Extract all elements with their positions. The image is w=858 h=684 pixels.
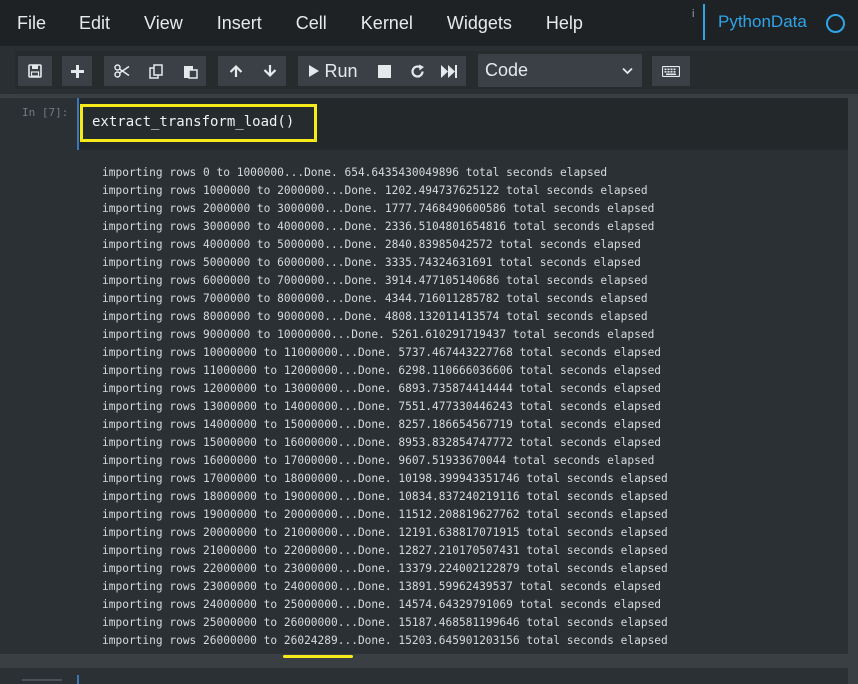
kernel-info-indicator: i [692,8,695,20]
next-cell-prompt [22,679,62,681]
run-button[interactable]: Run [302,56,364,86]
cell-code[interactable]: extract_transform_load() [92,114,294,130]
kernel-idle-icon [826,14,845,33]
menu-cell[interactable]: Cell [279,1,344,45]
insert-cell-button[interactable] [62,56,92,86]
cut-icon [114,64,130,78]
menu-view[interactable]: View [127,1,200,45]
paste-button[interactable] [174,56,206,86]
plus-icon [70,64,84,78]
menu-widgets[interactable]: Widgets [430,1,529,45]
copy-icon [148,63,163,79]
kernel-name-box[interactable]: PythonData [703,4,858,40]
copy-button[interactable] [140,56,172,86]
output-line: importing rows 5000000 to 6000000...Done… [102,256,641,269]
output-line: importing rows 12000000 to 13000000...Do… [102,382,662,395]
output-line: importing rows 6000000 to 7000000...Done… [102,274,648,287]
output-line: importing rows 20000000 to 21000000...Do… [102,526,668,539]
output-line: importing rows 15000000 to 16000000...Do… [102,436,662,449]
output-line: importing rows 0 to 1000000...Done. 654.… [102,166,608,179]
output-line: importing rows 24000000 to 25000000...Do… [102,598,662,611]
output-line: importing rows 8000000 to 9000000...Done… [102,310,648,323]
output-line: importing rows 7000000 to 8000000...Done… [102,292,648,305]
output-text: importing rows 0 to 1000000...Done. 654.… [102,164,668,650]
output-line: importing rows 23000000 to 24000000...Do… [102,580,662,593]
output-line: importing rows 10000000 to 11000000...Do… [102,346,662,359]
output-line: importing rows 17000000 to 18000000...Do… [102,472,668,485]
cell-selection-bar [77,98,79,150]
output-line: importing rows 4000000 to 5000000...Done… [102,238,641,251]
restart-run-all-button[interactable] [434,56,464,86]
stop-icon [377,64,391,78]
output-line: importing rows 13000000 to 14000000...Do… [102,400,662,413]
highlight-underline [283,655,353,658]
cell-type-value: Code [485,60,529,80]
move-up-button[interactable] [220,56,252,86]
output-line: importing rows 16000000 to 17000000...Do… [102,454,655,467]
move-down-button[interactable] [254,56,286,86]
save-icon [28,64,42,78]
output-line: importing rows 21000000 to 22000000...Do… [102,544,668,557]
chevron-down-icon [622,67,633,75]
keyboard-icon [662,65,680,77]
next-code-cell[interactable] [0,668,848,684]
restart-icon [410,64,424,78]
fast-forward-icon [441,64,457,78]
output-line: importing rows 11000000 to 12000000...Do… [102,364,662,377]
interrupt-button[interactable] [370,56,398,86]
paste-icon [183,65,198,79]
output-line: importing rows 1000000 to 2000000...Done… [102,184,648,197]
arrow-up-icon [229,64,243,77]
arrow-down-icon [263,65,277,78]
output-line: importing rows 22000000 to 23000000...Do… [102,562,668,575]
output-line: importing rows 25000000 to 26000000...Do… [102,616,668,629]
restart-button[interactable] [402,56,432,86]
menu-kernel[interactable]: Kernel [344,1,430,45]
command-palette-button[interactable] [652,56,690,86]
menu-help[interactable]: Help [529,1,600,45]
cut-button[interactable] [106,56,138,86]
output-line: importing rows 26000000 to 26024289...Do… [102,634,668,647]
cell-prompt: In [7]: [22,106,69,119]
output-line: importing rows 19000000 to 20000000...Do… [102,508,668,521]
kernel-name: PythonData [718,12,807,31]
output-line: importing rows 9000000 to 10000000...Don… [102,328,655,341]
next-cell-bar [77,675,79,684]
menu-edit[interactable]: Edit [62,1,127,45]
output-line: importing rows 3000000 to 4000000...Done… [102,220,655,233]
menu-insert[interactable]: Insert [200,1,279,45]
menu-file[interactable]: File [0,1,62,45]
run-label: Run [324,60,358,81]
output-line: importing rows 2000000 to 3000000...Done… [102,202,655,215]
save-button[interactable] [18,56,52,86]
cell-type-select[interactable]: Code [478,54,642,87]
run-icon [309,65,320,77]
output-line: importing rows 14000000 to 15000000...Do… [102,418,662,431]
output-line: importing rows 18000000 to 19000000...Do… [102,490,668,503]
